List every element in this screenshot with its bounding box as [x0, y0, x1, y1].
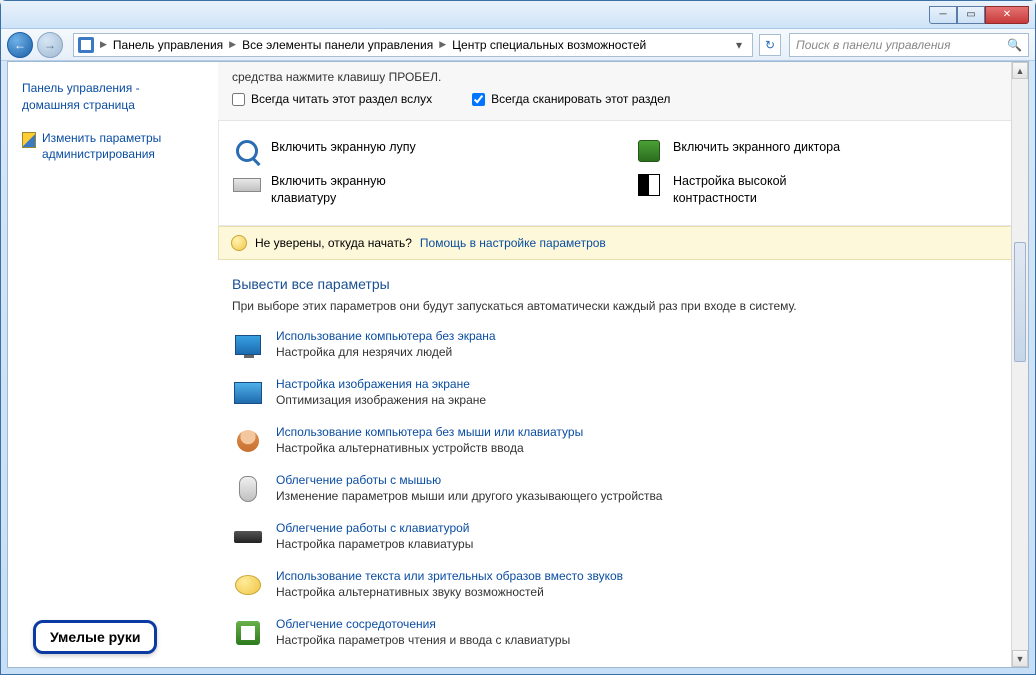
section-description: При выборе этих параметров они будут зап…: [232, 298, 1014, 315]
checkbox-read-aloud[interactable]: [232, 93, 245, 106]
checkbox-label: Всегда читать этот раздел вслух: [251, 92, 432, 106]
sidebar-home-line1: Панель управления -: [22, 81, 140, 95]
search-icon: 🔍: [1007, 38, 1022, 52]
scroll-thumb[interactable]: [1014, 242, 1026, 362]
setting-no-display: Использование компьютера без экрана Наст…: [232, 329, 1014, 361]
quick-osk[interactable]: Включить экраннуюклавиатуру: [233, 173, 611, 207]
always-read-checkbox[interactable]: Всегда читать этот раздел вслух: [232, 92, 432, 106]
breadcrumb-item[interactable]: Центр специальных возможностей: [452, 38, 646, 52]
breadcrumb-dropdown[interactable]: ▾: [730, 38, 748, 52]
breadcrumb-item[interactable]: Все элементы панели управления: [242, 38, 433, 52]
focus-icon: [232, 617, 264, 649]
sidebar-admin-line2: администрирования: [42, 147, 155, 161]
always-scan-checkbox[interactable]: Всегда сканировать этот раздел: [472, 92, 670, 106]
scroll-up-button[interactable]: ▲: [1012, 62, 1028, 79]
setting-link[interactable]: Настройка изображения на экране: [276, 377, 486, 391]
quick-label: Настройка высокойконтрастности: [673, 173, 787, 207]
forward-button[interactable]: →: [37, 32, 63, 58]
sidebar-admin-line1: Изменить параметры: [42, 131, 161, 145]
quick-label: Включить экранного диктора: [673, 139, 840, 156]
setting-sub: Изменение параметров мыши или другого ук…: [276, 489, 662, 503]
scroll-down-button[interactable]: ▼: [1012, 650, 1028, 667]
setting-link[interactable]: Использование компьютера без экрана: [276, 329, 496, 343]
sidebar-home-link[interactable]: Панель управления - домашняя страница: [22, 80, 204, 114]
sidebar: Панель управления - домашняя страница Из…: [8, 62, 218, 667]
section-title: Вывести все параметры: [232, 276, 1028, 292]
hint-bar: Не уверены, откуда начать? Помощь в наст…: [218, 226, 1028, 260]
chevron-right-icon: ▶: [435, 39, 450, 50]
setting-display: Настройка изображения на экране Оптимиза…: [232, 377, 1014, 409]
hint-text: Не уверены, откуда начать?: [255, 236, 412, 250]
setting-link[interactable]: Использование текста или зрительных обра…: [276, 569, 623, 583]
setting-text-visual: Использование текста или зрительных обра…: [232, 569, 1014, 601]
keyboard-icon: [232, 521, 264, 553]
lightbulb-icon: [231, 235, 247, 251]
control-panel-icon: [78, 37, 94, 53]
setting-keyboard: Облегчение работы с клавиатурой Настройк…: [232, 521, 1014, 553]
setting-link[interactable]: Облегчение работы с клавиатурой: [276, 521, 473, 535]
hint-link[interactable]: Помощь в настройке параметров: [420, 236, 606, 250]
main-content: средства нажмите клавишу ПРОБЕЛ. Всегда …: [218, 62, 1028, 667]
setting-link[interactable]: Облегчение работы с мышью: [276, 473, 662, 487]
person-icon: [232, 425, 264, 457]
keyboard-icon: [233, 173, 261, 197]
quick-magnifier[interactable]: Включить экранную лупу: [233, 139, 611, 163]
shield-icon: [22, 132, 36, 148]
setting-sub: Настройка параметров чтения и ввода с кл…: [276, 633, 570, 647]
setting-mouse: Облегчение работы с мышью Изменение пара…: [232, 473, 1014, 505]
checkbox-label: Всегда сканировать этот раздел: [491, 92, 670, 106]
quick-narrator[interactable]: Включить экранного диктора: [635, 139, 1013, 163]
setting-sub: Оптимизация изображения на экране: [276, 393, 486, 407]
magnifier-icon: [233, 139, 261, 163]
checkbox-scan[interactable]: [472, 93, 485, 106]
titlebar: ─ ▭ ✕: [1, 1, 1035, 29]
setting-no-mouse-kbd: Использование компьютера без мыши или кл…: [232, 425, 1014, 457]
quick-label: Включить экранную лупу: [271, 139, 416, 156]
chevron-right-icon: ▶: [96, 39, 111, 50]
setting-sub: Настройка альтернативных звуку возможнос…: [276, 585, 623, 599]
sidebar-admin-link[interactable]: Изменить параметры администрирования: [42, 130, 161, 164]
minimize-button[interactable]: ─: [929, 6, 957, 24]
sidebar-home-line2: домашняя страница: [22, 98, 135, 112]
monitor-icon: [232, 329, 264, 361]
quick-label: Включить экраннуюклавиатуру: [271, 173, 386, 207]
refresh-button[interactable]: ↻: [759, 34, 781, 56]
instruction-text: средства нажмите клавишу ПРОБЕЛ.: [232, 70, 1014, 84]
chevron-right-icon: ▶: [225, 39, 240, 50]
setting-link[interactable]: Облегчение сосредоточения: [276, 617, 570, 631]
breadcrumb-item[interactable]: Панель управления: [113, 38, 223, 52]
contrast-icon: [635, 173, 663, 197]
search-input[interactable]: Поиск в панели управления 🔍: [789, 33, 1029, 57]
scrollbar[interactable]: ▲ ▼: [1011, 62, 1028, 667]
speech-bubble-icon: [232, 569, 264, 601]
setting-sub: Настройка альтернативных устройств ввода: [276, 441, 583, 455]
watermark-badge: Умелые руки: [33, 620, 157, 654]
quick-contrast[interactable]: Настройка высокойконтрастности: [635, 173, 1013, 207]
toolbar: ← → ▶ Панель управления ▶ Все элементы п…: [1, 29, 1035, 61]
search-placeholder: Поиск в панели управления: [796, 38, 951, 52]
mouse-icon: [232, 473, 264, 505]
setting-focus: Облегчение сосредоточения Настройка пара…: [232, 617, 1014, 649]
back-button[interactable]: ←: [7, 32, 33, 58]
close-button[interactable]: ✕: [985, 6, 1029, 24]
setting-link[interactable]: Использование компьютера без мыши или кл…: [276, 425, 583, 439]
breadcrumb[interactable]: ▶ Панель управления ▶ Все элементы панел…: [73, 33, 753, 57]
setting-sub: Настройка параметров клавиатуры: [276, 537, 473, 551]
monitor-icon: [232, 377, 264, 409]
setting-sub: Настройка для незрячих людей: [276, 345, 496, 359]
maximize-button[interactable]: ▭: [957, 6, 985, 24]
narrator-icon: [635, 139, 663, 163]
